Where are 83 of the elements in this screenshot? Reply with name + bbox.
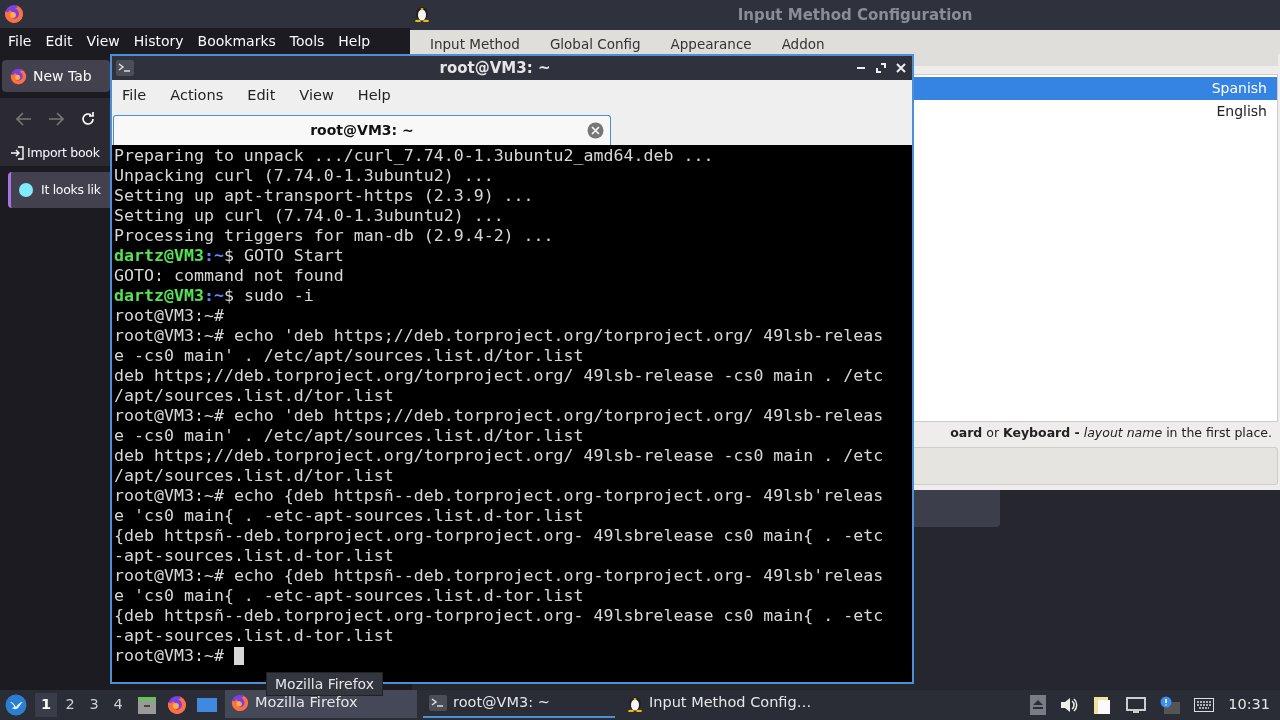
terminal-line: -apt-sources.list.d-tor.list	[114, 546, 395, 566]
terminal-line: Unpacking curl (7.74.0-1.3ubuntu2) ...	[114, 166, 495, 186]
clipboard-icon[interactable]	[1092, 695, 1113, 715]
menu-item[interactable]: Bookmarks	[197, 30, 276, 52]
terminal-line: e -cs0 main' . /etc/apt/sources.list.d/tor.list	[114, 346, 585, 366]
notification-text: It looks lik	[41, 180, 101, 199]
terminal-line: root@VM3:~# echo 'deb https;//deb.torproject.org/torproject.org/ 49lsb-releas	[114, 406, 885, 426]
menu-item[interactable]: Edit	[247, 85, 276, 107]
terminal-line: root@VM3:~#	[114, 646, 225, 666]
workspace-button[interactable]: 4	[107, 693, 129, 717]
terminal-line: Setting up apt-transport-https (2.3.9) ...	[114, 186, 535, 206]
penguin-icon	[627, 694, 643, 712]
menu-item[interactable]: File	[8, 30, 32, 52]
menu-item[interactable]: Tools	[289, 30, 325, 52]
terminal-line: e 'cs0 main{ . -etc-apt-sources.list.d-tor.list	[114, 506, 585, 526]
terminal-line: root@VM3:~#	[114, 306, 225, 326]
info-icon	[19, 183, 33, 197]
terminal-line: Processing triggers for man-db (2.9.4-2) ...	[114, 226, 555, 246]
window-title: Input Method Configuration	[737, 4, 973, 26]
menu-item[interactable]: Edit	[45, 30, 73, 52]
hint-text: oard or Keyboard - layout name in the first place.	[950, 424, 1272, 442]
firefox-icon	[4, 4, 24, 24]
terminal-line: deb https;//deb.torproject.org/torproject.org/ 49lsb-release -cs0 main . /etc	[114, 446, 885, 466]
settings-tab[interactable]: Appearance	[670, 36, 752, 52]
workspace-button[interactable]: 1	[35, 693, 57, 717]
terminal-line: root@VM3:~# echo {deb httpsñ--deb.torproject.org-torproject.org- 49lsb'releas	[114, 486, 885, 506]
start-menu-icon[interactable]	[5, 694, 27, 716]
firefox-icon	[10, 67, 27, 85]
menu-item[interactable]: View	[86, 30, 120, 52]
forward-icon[interactable]	[48, 112, 64, 126]
terminal-icon	[116, 60, 134, 76]
settings-tab[interactable]: Addon	[781, 36, 825, 52]
menu-item[interactable]: History	[133, 30, 184, 52]
firefox-icon	[231, 694, 249, 712]
desktop-icon[interactable]	[197, 696, 217, 714]
task-button[interactable]: root@VM3: ~	[423, 690, 615, 718]
terminal-line: dartz@VM3:~$ sudo -i	[114, 286, 315, 306]
penguin-icon	[414, 4, 430, 22]
workspace-button[interactable]: 3	[83, 693, 105, 717]
terminal-line: /apt/sources.list.d/tor.list	[114, 466, 395, 486]
terminal-line: dartz@VM3:~$ GOTO Start	[114, 246, 345, 266]
maximize-icon[interactable]	[876, 63, 886, 73]
eject-icon[interactable]	[1030, 695, 1047, 715]
reload-icon[interactable]	[80, 111, 96, 127]
terminal-line: Setting up curl (7.74.0-1.3ubuntu2) ...	[114, 206, 505, 226]
language-item[interactable]: English	[913, 100, 1277, 123]
firefox-icon	[167, 695, 187, 715]
notification-icon[interactable]	[1160, 696, 1181, 714]
settings-tab[interactable]: Global Config	[549, 36, 641, 52]
browser-tab[interactable]: New Tab	[2, 60, 110, 92]
terminal-line: e 'cs0 main{ . -etc-apt-sources.list.d-tor.list	[114, 586, 585, 606]
tooltip: Mozilla Firefox	[266, 672, 384, 696]
terminal-line: root@VM3:~# echo {deb httpsñ--deb.torproject.org-torproject.org- 49lsb'releas	[114, 566, 885, 586]
workspace-button[interactable]: 2	[59, 693, 81, 717]
terminal-line: -apt-sources.list.d-tor.list	[114, 626, 395, 646]
task-button[interactable]: Input Method Config…	[621, 690, 813, 718]
terminal-line: /apt/sources.list.d/tor.list	[114, 386, 395, 406]
file-cabinet-icon[interactable]	[137, 695, 157, 715]
keyboard-icon[interactable]	[1194, 698, 1215, 712]
terminal-tab[interactable]: root@VM3: ~	[113, 115, 611, 145]
terminal-line: {deb httpsñ--deb.torproject.org-torproject.org- 49lsbrelease cs0 main{ . -etc	[114, 526, 885, 546]
menu-item[interactable]: Actions	[170, 85, 224, 107]
back-icon[interactable]	[16, 112, 32, 126]
menu-item[interactable]: Help	[357, 85, 391, 107]
terminal-line: {deb httpsñ--deb.torproject.org-torproject.org- 49lsbrelease cs0 main{ . -etc	[114, 606, 885, 626]
terminal-line: root@VM3:~# echo 'deb https;//deb.torproject.org/torproject.org/ 49lsb-releas	[114, 326, 885, 346]
terminal-line: deb https;//deb.torproject.org/torproject.org/ 49lsb-release -cs0 main . /etc	[114, 366, 885, 386]
clock: 10:31	[1228, 695, 1270, 715]
language-item[interactable]: Spanish	[913, 77, 1277, 100]
terminal-icon	[429, 695, 447, 711]
settings-tab[interactable]: Input Method	[430, 36, 520, 52]
import-icon	[10, 146, 24, 160]
window-title: root@VM3: ~	[438, 57, 552, 79]
terminal-line: GOTO: command not found	[114, 266, 345, 286]
menu-item[interactable]: Help	[338, 30, 371, 52]
terminal-line: Preparing to unpack .../curl_7.74.0-1.3ubuntu2_amd64.deb ...	[114, 146, 715, 166]
bookmark-item[interactable]: Import book	[27, 143, 100, 163]
volume-icon[interactable]	[1060, 697, 1079, 713]
menu-item[interactable]: File	[122, 85, 147, 107]
terminal-line: e -cs0 main' . /etc/apt/sources.list.d/tor.list	[114, 426, 585, 446]
text-cursor	[233, 647, 244, 665]
menu-item[interactable]: View	[299, 85, 334, 107]
close-icon[interactable]	[896, 63, 906, 73]
